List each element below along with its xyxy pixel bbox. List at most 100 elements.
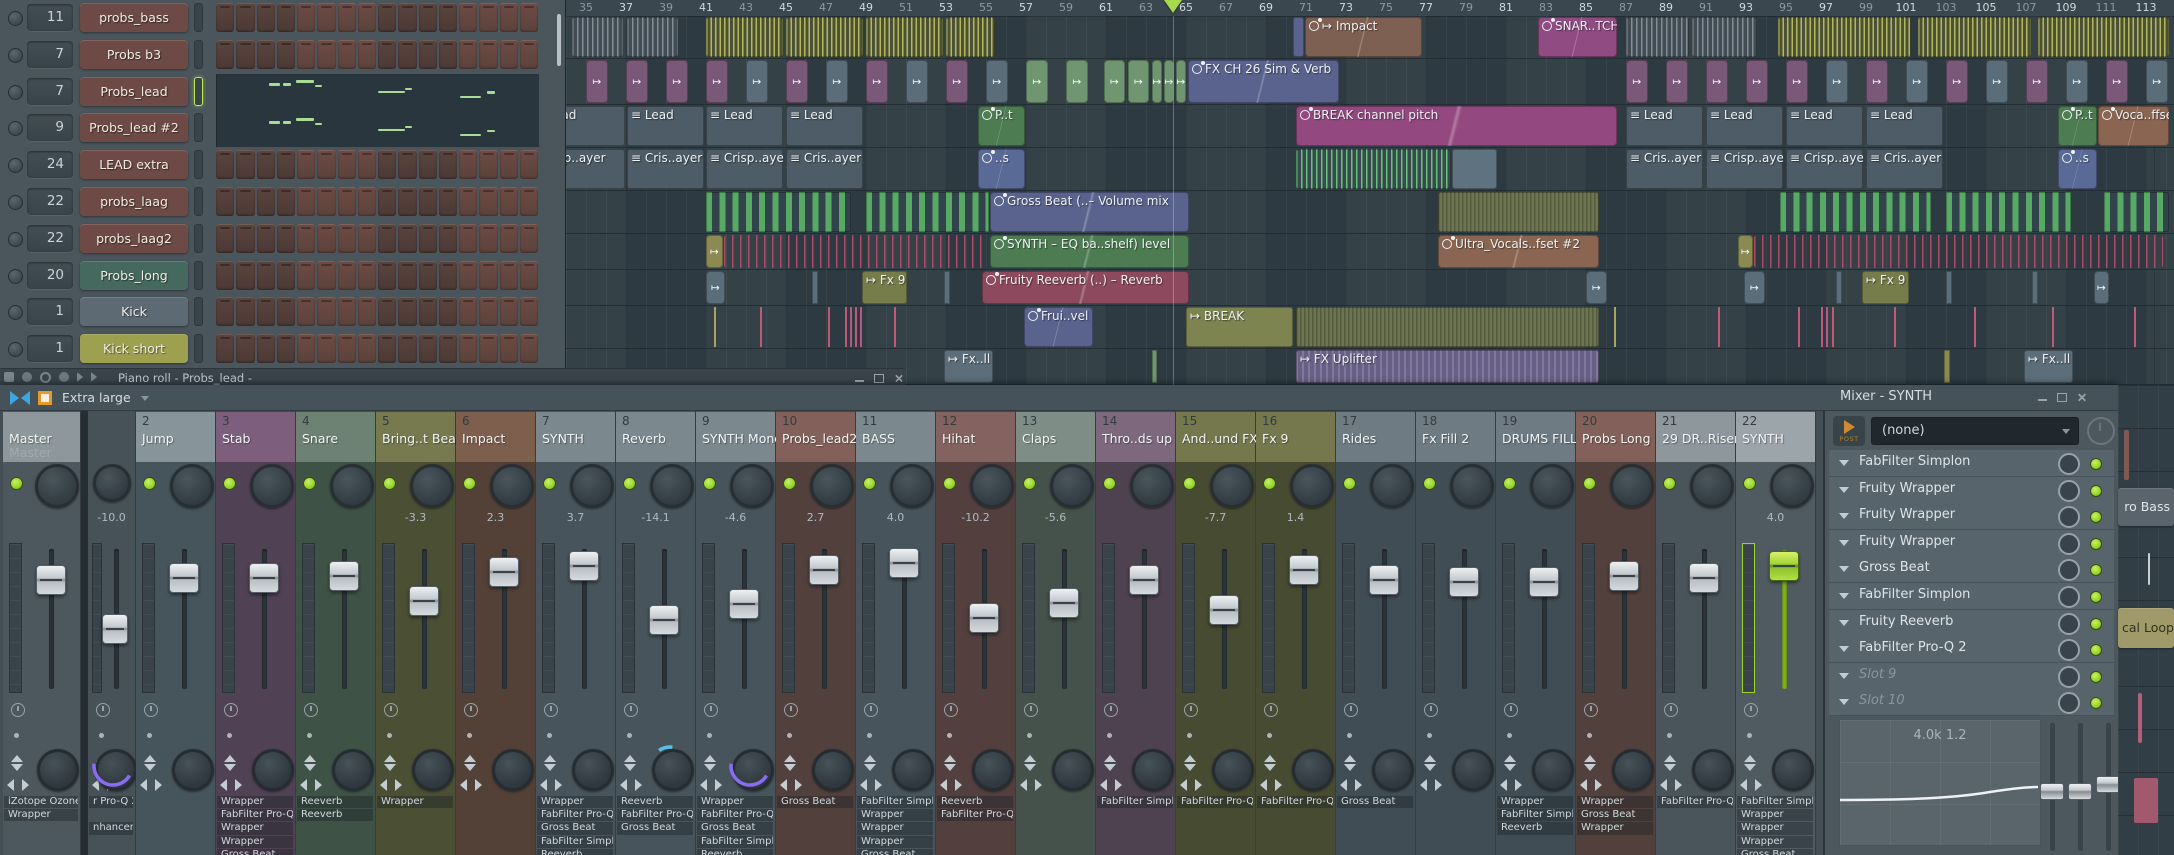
strip-enable-led[interactable] [10,477,23,490]
step-cell[interactable] [500,40,518,69]
step-cell[interactable] [378,261,396,290]
pattern-clip[interactable]: ↦ Fx..ll 1 [2024,350,2073,383]
effect-mix-knob[interactable] [2058,692,2080,714]
strip-leftright-arrows[interactable] [300,779,322,789]
strip-time-icon[interactable] [304,703,318,717]
strip-header[interactable]: 13Claps [1016,412,1095,462]
step-cell[interactable] [378,297,396,326]
step-cell[interactable] [439,3,457,32]
mini-clip[interactable]: ↦ [1906,60,1928,103]
step-cell[interactable] [378,334,396,363]
effect-slot[interactable]: FabFilter Simplon [1829,450,2114,476]
channel-mute-led[interactable] [8,85,23,100]
step-cell[interactable] [439,261,457,290]
maximize-icon[interactable] [2057,393,2067,402]
strip-enable-led[interactable] [1183,477,1196,490]
automation-clip[interactable]: Gross Beat (..– Volume mix [990,192,1189,232]
strip-header[interactable]: 2Jump [136,412,215,462]
channel-count-box[interactable]: 22 [27,225,73,252]
strip-volume-fader[interactable] [1609,561,1639,591]
step-cell[interactable] [358,187,376,216]
mixer-strip[interactable]: -10.0r Pro-Q 2nhancer [88,411,136,855]
pattern-clip[interactable]: ≡ Lead [627,106,704,146]
strip-stereo-knob[interactable] [812,749,854,791]
mini-clip[interactable]: ↦ [946,60,968,103]
channel-count-box[interactable]: 1 [27,335,73,362]
mini-clip[interactable] [1152,350,1157,383]
step-cell[interactable] [277,297,295,326]
strip-leftright-arrows[interactable] [1020,779,1042,789]
strip-stereo-knob[interactable] [492,749,534,791]
strip-enable-led[interactable] [783,477,796,490]
record-icon[interactable] [59,372,69,382]
strip-updown-arrows[interactable] [304,755,316,771]
step-cell[interactable] [277,334,295,363]
step-cell[interactable] [419,224,437,253]
strip-time-icon[interactable] [1424,703,1438,717]
step-cell[interactable] [317,40,335,69]
mixer-strip[interactable]: 16Fx 91.4FabFilter Pro-Q 2 [1256,411,1336,855]
audio-clip[interactable] [1778,17,1911,57]
automation-clip[interactable]: ↦ Impact [1305,17,1422,57]
strip-volume-fader[interactable] [1049,588,1079,618]
step-cell[interactable] [317,150,335,179]
step-cell[interactable] [500,187,518,216]
automation-clip[interactable]: ..s [2058,149,2097,189]
step-cell[interactable] [297,334,315,363]
mini-clip[interactable] [1946,271,1952,304]
step-cell[interactable] [216,3,234,32]
strip-updown-arrows[interactable] [384,755,396,771]
effect-enable-led[interactable] [2090,564,2102,576]
chevron-down-icon[interactable] [1839,513,1849,519]
automation-clip[interactable]: P..t [978,106,1025,146]
step-cell[interactable] [338,187,356,216]
pattern-clip[interactable]: ≡ Crisp..ayer [1706,149,1783,189]
mini-clip[interactable]: ↦ [1104,60,1125,103]
strip-time-icon[interactable] [544,703,558,717]
step-cell[interactable] [479,3,497,32]
channel-button[interactable]: LEAD extra [80,150,188,179]
playlist-track[interactable]: Frui..vel↦ BREAK [566,306,2174,349]
strip-time-icon[interactable] [144,703,158,717]
automation-clip[interactable]: Voca..ffset [2098,106,2169,146]
strip-updown-arrows[interactable] [1104,755,1116,771]
mini-clip[interactable]: ↦ [1128,60,1149,103]
mini-clip[interactable]: ↦ [706,271,725,304]
strip-leftright-arrows[interactable] [1260,779,1282,789]
step-cell[interactable] [398,150,416,179]
step-cell[interactable] [236,224,254,253]
strip-time-icon[interactable] [224,703,238,717]
step-cell[interactable] [317,261,335,290]
step-cell[interactable] [257,40,275,69]
step-cell[interactable] [257,297,275,326]
mixer-strip[interactable]: 2129 DR..RiserFabFilter Pro-Q 2 [1656,411,1736,855]
effect-slot[interactable]: FabFilter Simplon [1829,583,2114,609]
mini-clip[interactable]: ↦ [1626,60,1648,103]
strip-time-icon[interactable] [11,703,25,717]
mini-clip[interactable]: ↦ [1738,235,1753,268]
strip-updown-arrows[interactable] [784,755,796,771]
mixer-strip[interactable]: 9SYNTH Mono-4.6WrapperFabFilter Pro-Q 2G… [696,411,776,855]
step-cell[interactable] [216,150,234,179]
strip-volume-fader[interactable] [1769,551,1799,581]
effect-enable-led[interactable] [2090,538,2102,550]
mixer-strip[interactable]: MasterMasteriZotope Ozone 5Wrapper [3,411,81,855]
step-cell[interactable] [358,150,376,179]
step-cell[interactable] [216,187,234,216]
step-cell[interactable] [277,3,295,32]
step-cell[interactable] [216,297,234,326]
channel-select-cell[interactable] [194,40,203,69]
pattern-clip[interactable]: ≡ Lead [1866,106,1943,146]
strip-enable-led[interactable] [303,477,316,490]
step-cell[interactable] [297,150,315,179]
channel-mute-led[interactable] [8,195,23,210]
audio-clip[interactable] [572,17,623,57]
step-cell[interactable] [500,261,518,290]
step-cell[interactable] [216,261,234,290]
step-cell[interactable] [439,334,457,363]
mixer-strip[interactable]: 4SnareReeverbReeverb [296,411,376,855]
effect-slot[interactable]: Slot 9 [1829,663,2114,689]
pattern-clip[interactable]: ≡ Lead [1626,106,1703,146]
mixer-strip[interactable]: 2Jump [136,411,216,855]
strip-volume-fader[interactable] [1689,563,1719,593]
